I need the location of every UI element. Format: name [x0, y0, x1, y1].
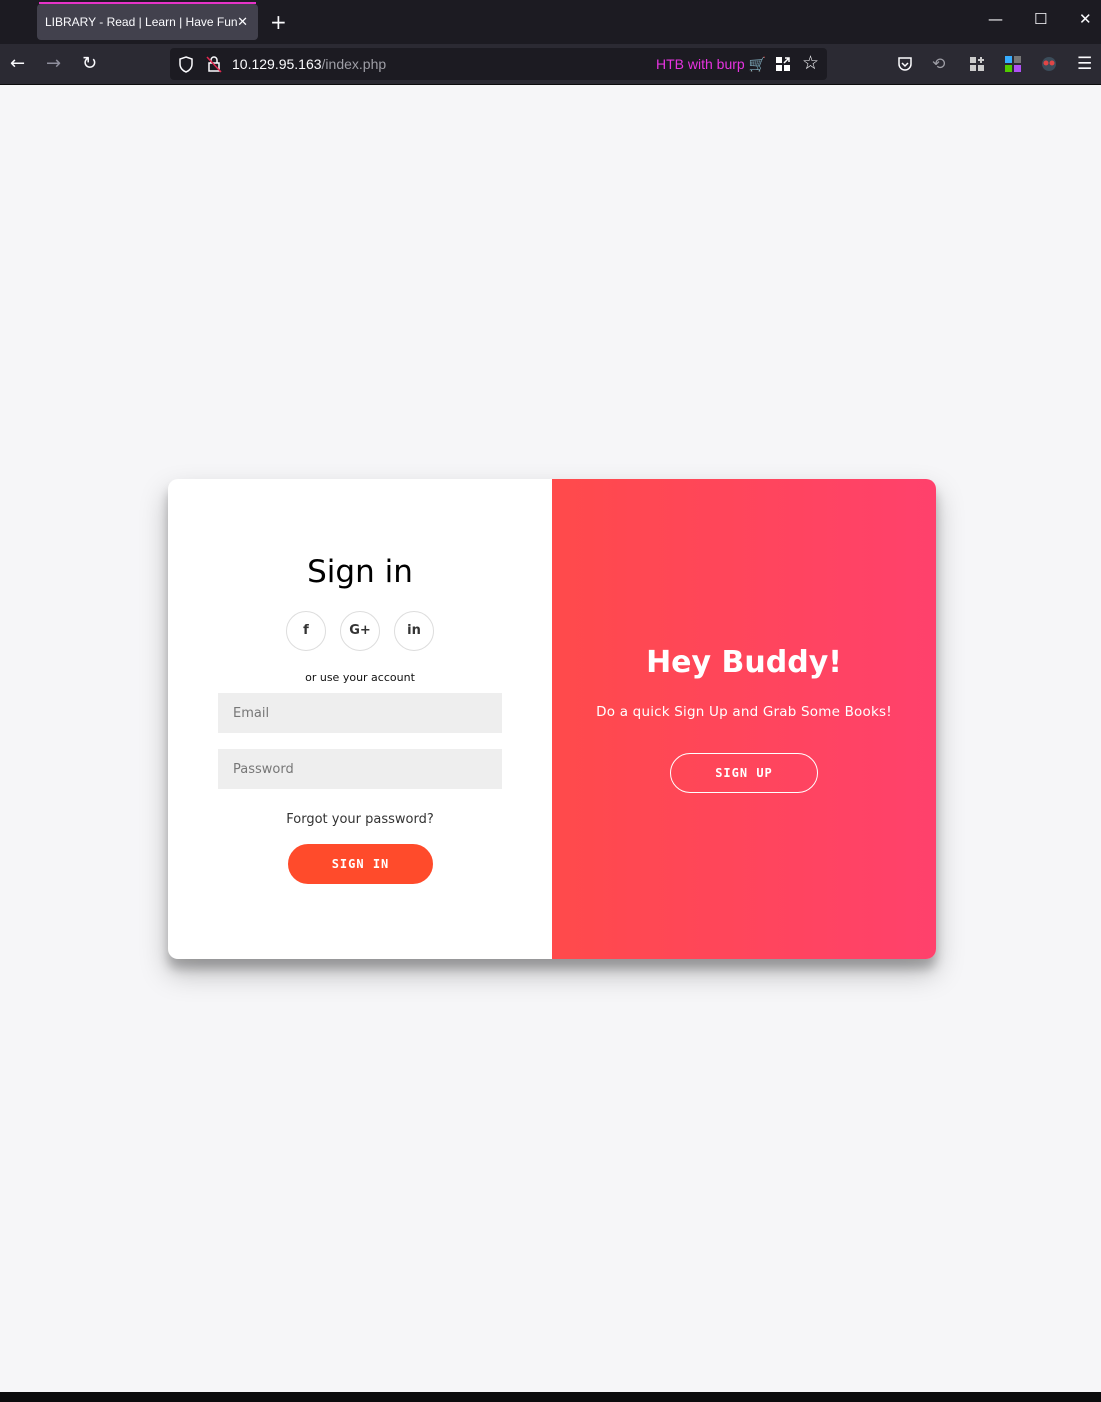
overlay-title: Hey Buddy!: [646, 645, 842, 680]
sign-in-panel: Sign in f G+ in or use your account Forg…: [168, 479, 552, 959]
menu-icon[interactable]: ☰: [1077, 53, 1092, 75]
nav-bar: ← → ↻ 10.129.95.163/index.php HTB with b…: [0, 44, 1101, 85]
password-field[interactable]: [218, 749, 502, 789]
sign-in-button[interactable]: SIGN IN: [288, 844, 433, 884]
extensions-icon[interactable]: [970, 57, 985, 72]
forgot-password-link[interactable]: Forgot your password?: [168, 812, 552, 827]
login-card: Sign in f G+ in or use your account Forg…: [168, 479, 936, 959]
social-buttons: f G+ in: [286, 611, 434, 651]
or-use-account-text: or use your account: [305, 671, 415, 684]
browser-tab[interactable]: LIBRARY - Read | Learn | Have Fun ✕: [37, 2, 258, 40]
taskbar-strip: [0, 1392, 1101, 1402]
maximize-icon[interactable]: ☐: [1034, 10, 1047, 28]
insecure-lock-icon[interactable]: [206, 55, 222, 73]
container-label[interactable]: HTB with burp 🛒: [656, 56, 766, 73]
foxyproxy-icon[interactable]: [1041, 56, 1057, 72]
bookmark-star-icon[interactable]: ☆: [802, 52, 819, 75]
tab-bar: LIBRARY - Read | Learn | Have Fun ✕ + — …: [0, 0, 1101, 44]
linkedin-button[interactable]: in: [394, 611, 434, 651]
url-text[interactable]: 10.129.95.163/index.php: [232, 56, 386, 72]
sync-icon[interactable]: ⟲: [932, 53, 945, 75]
tab-title: LIBRARY - Read | Learn | Have Fun: [45, 15, 238, 29]
qr-icon[interactable]: [776, 57, 790, 71]
minimize-icon[interactable]: —: [988, 10, 1003, 28]
reload-icon[interactable]: ↻: [82, 53, 97, 75]
url-bar[interactable]: 10.129.95.163/index.php HTB with burp 🛒 …: [170, 48, 827, 80]
google-plus-button[interactable]: G+: [340, 611, 380, 651]
sign-up-button[interactable]: SIGN UP: [670, 753, 818, 793]
close-tab-icon[interactable]: ✕: [237, 4, 248, 40]
back-icon[interactable]: ←: [10, 53, 25, 75]
new-tab-icon[interactable]: +: [270, 10, 287, 34]
forward-icon[interactable]: →: [46, 53, 61, 75]
facebook-button[interactable]: f: [286, 611, 326, 651]
sign-in-title: Sign in: [307, 554, 413, 590]
overlay-panel: Hey Buddy! Do a quick Sign Up and Grab S…: [552, 479, 936, 959]
multi-account-containers-icon[interactable]: [1005, 56, 1021, 72]
shield-icon[interactable]: [178, 56, 194, 73]
overlay-text: Do a quick Sign Up and Grab Some Books!: [596, 704, 892, 720]
close-window-icon[interactable]: ✕: [1079, 10, 1092, 28]
pocket-icon[interactable]: [897, 56, 913, 72]
email-field[interactable]: [218, 693, 502, 733]
cart-icon: 🛒: [748, 56, 767, 72]
